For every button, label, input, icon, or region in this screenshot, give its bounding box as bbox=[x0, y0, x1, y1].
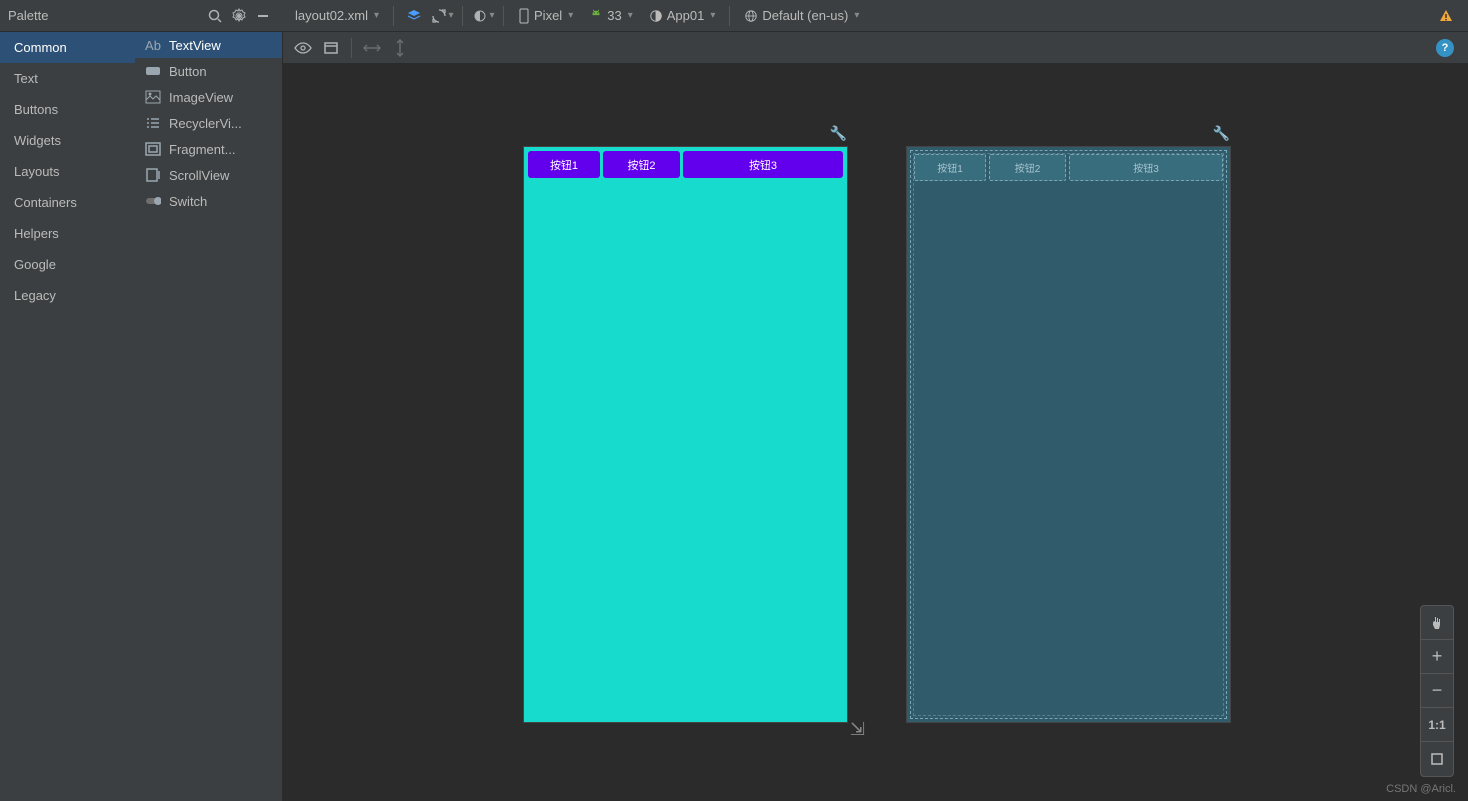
preview-button-1[interactable]: 按钮1 bbox=[528, 151, 600, 178]
android-icon bbox=[589, 9, 603, 23]
search-icon[interactable] bbox=[203, 4, 227, 28]
zoom-out-icon[interactable]: − bbox=[1421, 674, 1453, 708]
category-buttons[interactable]: Buttons bbox=[0, 94, 135, 125]
preview-button-2[interactable]: 按钮2 bbox=[603, 151, 680, 178]
category-common[interactable]: Common bbox=[0, 32, 135, 63]
design-surface: ? 🔧 按钮1 按钮2 按钮3 ⇲ 🔧 按钮1 按钮2 按钮3 bbox=[283, 32, 1468, 801]
phone-icon bbox=[518, 8, 530, 24]
palette-panel: Common Text Buttons Widgets Layouts Cont… bbox=[0, 32, 283, 801]
locale-selector[interactable]: Default (en-us) ▾ bbox=[738, 4, 865, 28]
preview-button-3[interactable]: 按钮3 bbox=[683, 151, 843, 178]
category-text[interactable]: Text bbox=[0, 63, 135, 94]
button-row: 按钮1 按钮2 按钮3 bbox=[524, 147, 847, 182]
view-options-icon[interactable] bbox=[319, 36, 343, 60]
visibility-icon[interactable] bbox=[291, 36, 315, 60]
canvas[interactable]: 🔧 按钮1 按钮2 按钮3 ⇲ 🔧 按钮1 按钮2 按钮3 bbox=[283, 64, 1468, 801]
design-surface-icon[interactable] bbox=[402, 4, 426, 28]
fit-screen-icon[interactable] bbox=[1421, 742, 1453, 776]
device-selector[interactable]: Pixel ▾ bbox=[512, 4, 579, 28]
category-list: Common Text Buttons Widgets Layouts Cont… bbox=[0, 32, 135, 801]
component-textview[interactable]: AbTextView bbox=[135, 32, 282, 58]
globe-icon bbox=[744, 9, 758, 23]
blueprint-outline-inner bbox=[913, 153, 1224, 716]
chevron-down-icon: ▾ bbox=[449, 10, 454, 21]
chevron-down-icon: ▾ bbox=[568, 10, 573, 21]
gear-icon[interactable] bbox=[227, 4, 251, 28]
component-imageview[interactable]: ImageView bbox=[135, 84, 282, 110]
design-preview[interactable]: 🔧 按钮1 按钮2 按钮3 ⇲ bbox=[523, 146, 848, 723]
component-switch[interactable]: Switch bbox=[135, 188, 282, 214]
horizontal-expand-icon[interactable] bbox=[360, 36, 384, 60]
category-helpers[interactable]: Helpers bbox=[0, 218, 135, 249]
blueprint-button-3[interactable]: 按钮3 bbox=[1069, 154, 1223, 181]
separator bbox=[462, 6, 463, 26]
top-toolbar: Palette layout02.xml ▾ ▾ ▾ Pixel bbox=[0, 0, 1468, 32]
palette-title: Palette bbox=[8, 8, 203, 23]
chevron-down-icon: ▾ bbox=[374, 10, 379, 21]
file-tab[interactable]: layout02.xml ▾ bbox=[289, 4, 385, 28]
blueprint-button-1[interactable]: 按钮1 bbox=[914, 154, 986, 181]
resize-handle-icon[interactable]: ⇲ bbox=[850, 719, 865, 740]
textview-icon: Ab bbox=[145, 37, 161, 53]
pan-icon[interactable] bbox=[1421, 606, 1453, 640]
category-containers[interactable]: Containers bbox=[0, 187, 135, 218]
api-level: 33 bbox=[607, 8, 621, 23]
separator bbox=[393, 6, 394, 26]
separator bbox=[729, 6, 730, 26]
warning-icon[interactable] bbox=[1438, 8, 1454, 24]
zoom-in-icon[interactable]: + bbox=[1421, 640, 1453, 674]
imageview-icon bbox=[145, 89, 161, 105]
help-icon[interactable]: ? bbox=[1436, 39, 1454, 57]
chevron-down-icon: ▾ bbox=[854, 10, 859, 21]
chevron-down-icon: ▾ bbox=[628, 10, 633, 21]
category-google[interactable]: Google bbox=[0, 249, 135, 280]
recyclerview-icon bbox=[145, 115, 161, 131]
chevron-down-icon: ▾ bbox=[710, 10, 715, 21]
wrench-icon[interactable]: 🔧 bbox=[1213, 125, 1230, 142]
theme-selector[interactable]: App01 ▾ bbox=[643, 4, 722, 28]
orientation-icon[interactable]: ▾ bbox=[430, 4, 454, 28]
category-legacy[interactable]: Legacy bbox=[0, 280, 135, 311]
component-fragment[interactable]: Fragment... bbox=[135, 136, 282, 162]
button-icon bbox=[145, 63, 161, 79]
chevron-down-icon: ▾ bbox=[490, 10, 495, 21]
blueprint-button-2[interactable]: 按钮2 bbox=[989, 154, 1066, 181]
zoom-panel: + − 1:1 bbox=[1420, 605, 1454, 777]
separator bbox=[503, 6, 504, 26]
minimize-icon[interactable] bbox=[251, 4, 275, 28]
component-button[interactable]: Button bbox=[135, 58, 282, 84]
main-area: Common Text Buttons Widgets Layouts Cont… bbox=[0, 32, 1468, 801]
blueprint-preview[interactable]: 🔧 按钮1 按钮2 按钮3 bbox=[906, 146, 1231, 723]
file-name: layout02.xml bbox=[295, 8, 368, 23]
category-layouts[interactable]: Layouts bbox=[0, 156, 135, 187]
api-selector[interactable]: 33 ▾ bbox=[583, 4, 639, 28]
category-widgets[interactable]: Widgets bbox=[0, 125, 135, 156]
scrollview-icon bbox=[145, 167, 161, 183]
component-scrollview[interactable]: ScrollView bbox=[135, 162, 282, 188]
theme-icon bbox=[649, 9, 663, 23]
design-toolbar: ? bbox=[283, 32, 1468, 64]
design-config-bar: layout02.xml ▾ ▾ ▾ Pixel ▾ 33 ▾ App01 ▾ bbox=[283, 4, 1468, 28]
vertical-expand-icon[interactable] bbox=[388, 36, 412, 60]
blueprint-button-row: 按钮1 按钮2 按钮3 bbox=[907, 147, 1230, 188]
separator bbox=[351, 38, 352, 58]
wrench-icon[interactable]: 🔧 bbox=[830, 125, 847, 142]
zoom-ratio[interactable]: 1:1 bbox=[1421, 708, 1453, 742]
night-mode-icon[interactable]: ▾ bbox=[471, 4, 495, 28]
switch-icon bbox=[145, 193, 161, 209]
app-theme: App01 bbox=[667, 8, 705, 23]
component-list: AbTextView Button ImageView RecyclerVi..… bbox=[135, 32, 282, 801]
device-name: Pixel bbox=[534, 8, 562, 23]
locale-name: Default (en-us) bbox=[762, 8, 848, 23]
component-recyclerview[interactable]: RecyclerVi... bbox=[135, 110, 282, 136]
palette-header: Palette bbox=[0, 4, 283, 28]
fragment-icon bbox=[145, 141, 161, 157]
watermark: CSDN @Aricl. bbox=[1386, 783, 1456, 795]
